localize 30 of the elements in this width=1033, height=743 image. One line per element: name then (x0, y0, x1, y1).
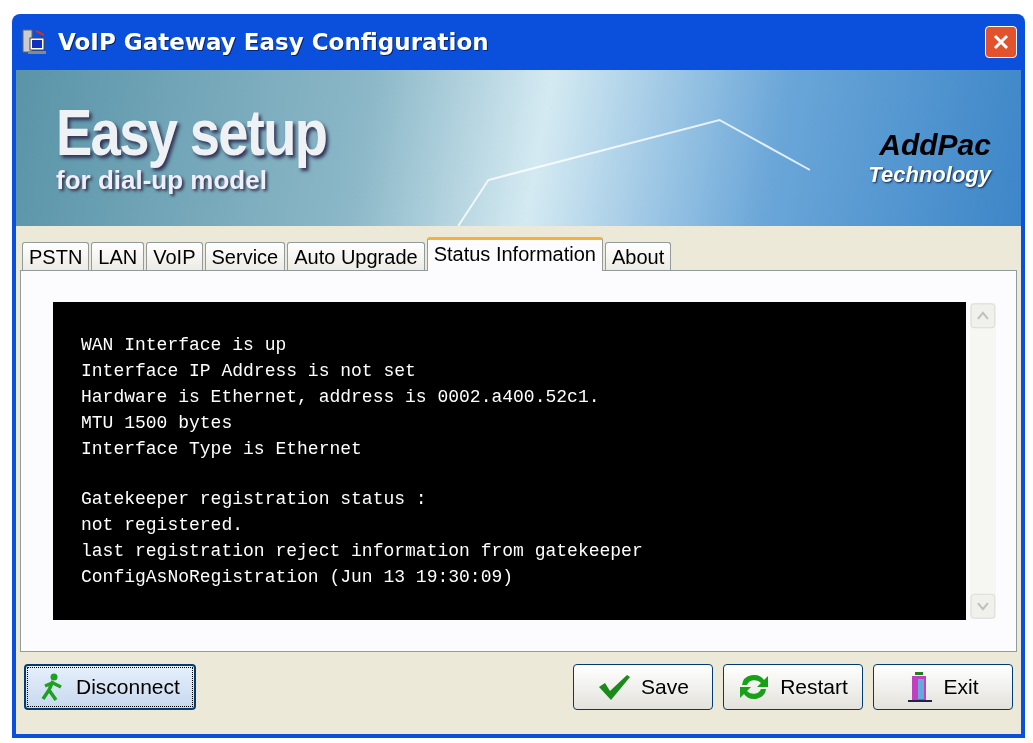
console-line: ConfigAsNoRegistration (Jun 13 19:30:09) (81, 566, 515, 589)
close-button[interactable] (985, 26, 1017, 58)
door-exit-icon (907, 671, 934, 703)
brand-name: AddPac (879, 128, 991, 162)
console-line: Interface IP Address is not set (81, 360, 417, 383)
computer-icon (22, 29, 48, 55)
tab[interactable]: VoIP (146, 242, 203, 270)
tab[interactable]: About (604, 242, 672, 270)
checkmark-icon (597, 673, 632, 701)
console-line: MTU 1500 bytes (81, 412, 234, 435)
disconnect-button[interactable]: Disconnect (24, 664, 196, 710)
restart-button[interactable]: Restart (723, 664, 863, 710)
tab[interactable]: LAN (91, 242, 145, 270)
console-line: Gatekeeper registration status : (81, 488, 428, 511)
tab[interactable]: Status Information (426, 237, 603, 271)
tab[interactable]: Auto Upgrade (287, 242, 425, 270)
tab[interactable]: Service (204, 242, 286, 270)
tab[interactable]: PSTN (22, 242, 90, 270)
close-icon (992, 33, 1010, 51)
console-line: last registration reject information from gatekeeper (81, 540, 644, 563)
brand-tagline: Technology (868, 162, 991, 188)
console-line: Hardware is Ethernet, address is 0002.a400.52c1. (81, 386, 601, 409)
scrollbar[interactable] (970, 302, 996, 620)
console-line: not registered. (81, 514, 245, 537)
save-button[interactable]: Save (573, 664, 713, 710)
refresh-icon (738, 672, 771, 702)
console-line: Interface Type is Ethernet (81, 438, 363, 461)
console-line: WAN Interface is up (81, 334, 288, 357)
exit-button[interactable]: Exit (873, 664, 1013, 710)
window-title: VoIP Gateway Easy Configuration (58, 29, 490, 55)
